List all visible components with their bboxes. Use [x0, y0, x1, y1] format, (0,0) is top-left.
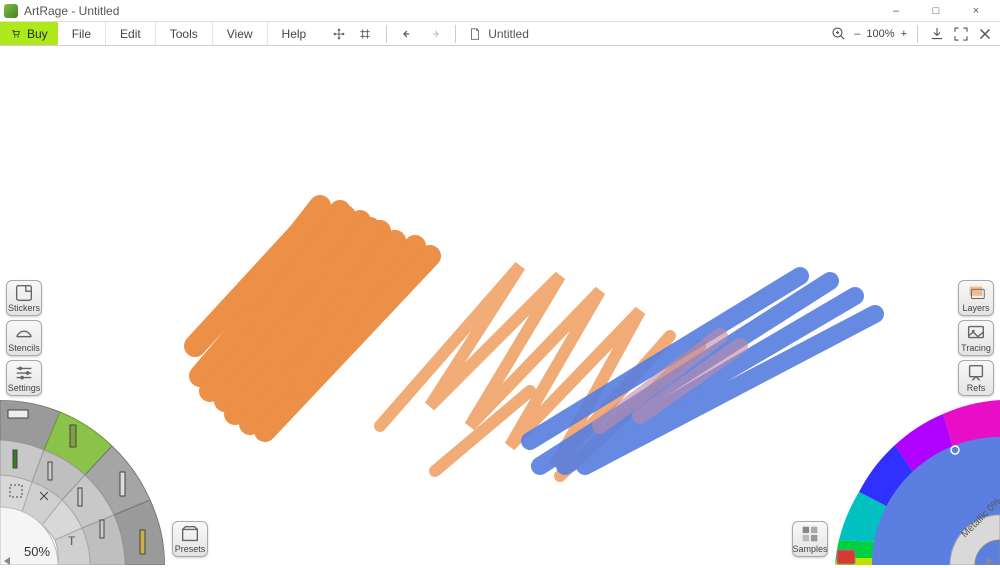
zoom-tool-icon[interactable] — [830, 25, 848, 43]
document-tab[interactable]: Untitled — [468, 27, 529, 41]
settings-icon — [13, 364, 35, 382]
layers-label: Layers — [962, 303, 989, 313]
presets-icon — [179, 525, 201, 543]
tracing-button[interactable]: Tracing — [958, 320, 994, 356]
cart-icon — [10, 29, 22, 39]
stickers-button[interactable]: Stickers — [6, 280, 42, 316]
layers-button[interactable]: Layers — [958, 280, 994, 316]
stickers-label: Stickers — [8, 303, 40, 313]
layers-icon — [965, 284, 987, 302]
stencils-label: Stencils — [8, 343, 40, 353]
tracing-icon — [965, 324, 987, 342]
stencils-icon — [13, 324, 35, 342]
presets-label: Presets — [175, 544, 206, 554]
zoom-out-button[interactable]: – — [854, 28, 860, 40]
color-picker-wheel[interactable]: Metallic 0% — [825, 390, 1000, 565]
samples-label: Samples — [793, 544, 828, 554]
svg-text:T: T — [68, 534, 76, 548]
divider — [455, 25, 456, 43]
menu-help[interactable]: Help — [268, 22, 321, 45]
buy-button[interactable]: Buy — [0, 22, 58, 45]
refs-icon — [965, 364, 987, 382]
undo-button[interactable] — [399, 25, 417, 43]
redo-button[interactable] — [425, 25, 443, 43]
document-icon — [468, 27, 482, 41]
zoom-in-button[interactable]: + — [901, 28, 907, 40]
divider — [917, 25, 918, 43]
stencils-button[interactable]: Stencils — [6, 320, 42, 356]
menubar: Buy File Edit Tools View Help Untitled –… — [0, 22, 1000, 46]
tracing-label: Tracing — [961, 343, 991, 353]
menu-view[interactable]: View — [213, 22, 268, 45]
divider — [386, 25, 387, 43]
app-icon — [4, 4, 18, 18]
window-title: ArtRage - Untitled — [24, 4, 119, 18]
tool-picker-wheel[interactable]: T 50% — [0, 390, 175, 565]
menu-edit[interactable]: Edit — [106, 22, 156, 45]
document-label: Untitled — [488, 27, 529, 41]
minimize-button[interactable]: – — [876, 1, 916, 21]
fullscreen-icon[interactable] — [952, 25, 970, 43]
panel-close-icon[interactable] — [976, 25, 994, 43]
stickers-icon — [13, 284, 35, 302]
maximize-button[interactable]: □ — [916, 1, 956, 21]
zoom-level[interactable]: 100% — [866, 28, 894, 40]
tool-size-label: 50% — [24, 544, 50, 559]
download-icon[interactable] — [928, 25, 946, 43]
grid-icon[interactable] — [356, 25, 374, 43]
buy-label: Buy — [27, 27, 48, 41]
menu-file[interactable]: File — [58, 22, 106, 45]
menu-tools[interactable]: Tools — [156, 22, 213, 45]
samples-button[interactable]: Samples — [792, 521, 828, 557]
presets-button[interactable]: Presets — [172, 521, 208, 557]
samples-icon — [799, 525, 821, 543]
titlebar: ArtRage - Untitled – □ × — [0, 0, 1000, 22]
close-button[interactable]: × — [956, 1, 996, 21]
move-tool-icon[interactable] — [330, 25, 348, 43]
